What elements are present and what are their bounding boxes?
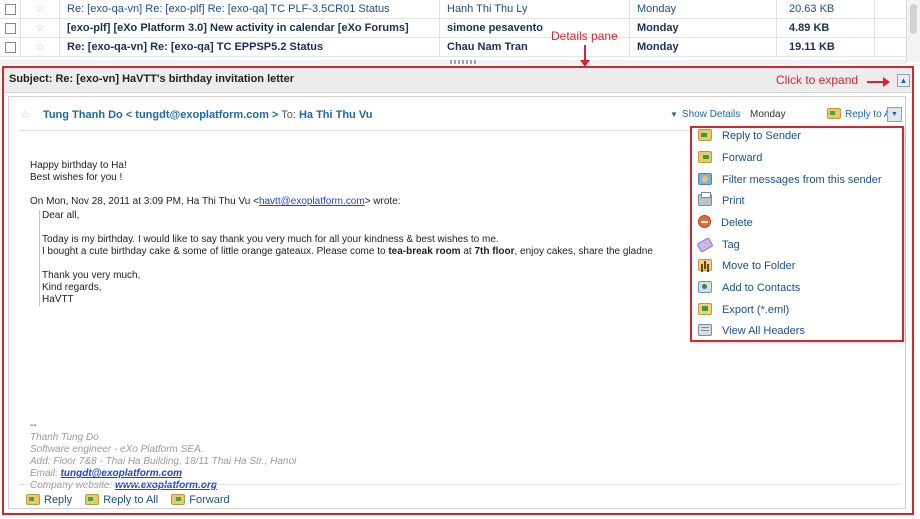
export-icon bbox=[698, 303, 712, 315]
message-size: 4.89 KB bbox=[778, 19, 875, 37]
message-size: 20.63 KB bbox=[778, 0, 875, 18]
quoted-email-link[interactable]: havtt@exoplatform.com bbox=[259, 196, 365, 207]
message-day: Monday bbox=[631, 38, 777, 56]
reply-all-icon bbox=[827, 108, 841, 119]
menu-item-move-to-folder[interactable]: Move to Folder bbox=[698, 256, 795, 276]
reply-icon bbox=[26, 494, 40, 505]
signature: -- Thanh Tung Do Software engineer - eXo… bbox=[30, 420, 297, 491]
quote-header: On Mon, Nov 28, 2011 at 3:09 PM, Ha Thi … bbox=[30, 196, 401, 207]
reply-all-button[interactable]: Reply to All bbox=[85, 494, 158, 506]
reply-all-icon bbox=[85, 494, 100, 505]
message-day: Monday bbox=[631, 0, 777, 18]
row-checkbox[interactable] bbox=[0, 0, 21, 18]
pane-resize-handle[interactable] bbox=[0, 60, 906, 64]
row-checkbox[interactable] bbox=[0, 19, 21, 37]
message-from: Hanh Thi Thu Ly bbox=[441, 0, 630, 18]
annotation-details-pane: Details pane bbox=[551, 29, 618, 43]
message-subject[interactable]: Re: [exo-qa-vn] Re: [exo-plf] Re: [exo-q… bbox=[60, 0, 440, 18]
show-details-link[interactable]: ▼ Show Details bbox=[670, 109, 740, 120]
more-actions-menu: Reply to Sender Forward Filter messages … bbox=[690, 126, 904, 342]
message-row[interactable]: ☆ Re: [exo-qa-vn] Re: [exo-qa] TC EPPSP5… bbox=[0, 38, 906, 57]
message-actions: Reply Reply to All Forward bbox=[26, 494, 240, 506]
quoted-text: Dear all, Today is my birthday. I would … bbox=[39, 210, 690, 306]
add-contact-icon bbox=[698, 281, 712, 293]
message-day: Monday bbox=[631, 19, 777, 37]
reply-all-button-top[interactable]: Reply to All bbox=[827, 108, 895, 122]
message-size: 19.11 KB bbox=[778, 38, 875, 56]
message-subject-title: Subject: Re: [exo-vn] HaVTT's birthday i… bbox=[9, 73, 294, 85]
reply-icon bbox=[698, 129, 712, 141]
message-list: ☆ Re: [exo-qa-vn] Re: [exo-plf] Re: [exo… bbox=[0, 0, 906, 64]
menu-item-delete[interactable]: Delete bbox=[698, 213, 753, 233]
forward-icon bbox=[698, 151, 712, 163]
annotation-arrowhead bbox=[883, 77, 890, 87]
to-label: To: bbox=[281, 109, 296, 121]
annotation-arrowhead bbox=[580, 60, 590, 67]
message-subject[interactable]: [exo-plf] [eXo Platform 3.0] New activit… bbox=[60, 19, 440, 37]
message-header: ☆ Tung Thanh Do < tungdt@exoplatform.com… bbox=[20, 107, 372, 123]
message-date: Monday bbox=[750, 109, 786, 120]
star-icon[interactable]: ☆ bbox=[21, 38, 60, 56]
star-icon[interactable]: ☆ bbox=[21, 0, 60, 18]
signature-email-link[interactable]: tungdt@exoplatform.com bbox=[61, 468, 182, 479]
reply-button[interactable]: Reply bbox=[26, 494, 72, 506]
menu-item-tag[interactable]: Tag bbox=[696, 235, 740, 255]
menu-item-filter[interactable]: Filter messages from this sender bbox=[698, 170, 882, 190]
tag-icon bbox=[696, 237, 714, 253]
move-folder-icon bbox=[698, 259, 712, 271]
star-icon[interactable]: ☆ bbox=[20, 109, 30, 121]
filter-icon bbox=[698, 173, 712, 185]
annotation-click-to-expand: Click to expand bbox=[776, 73, 859, 87]
row-checkbox[interactable] bbox=[0, 38, 21, 56]
headers-icon bbox=[698, 324, 712, 336]
menu-item-view-all-headers[interactable]: View All Headers bbox=[698, 321, 805, 341]
list-scrollbar[interactable] bbox=[906, 0, 920, 62]
delete-icon bbox=[698, 215, 711, 228]
forward-button[interactable]: Forward bbox=[171, 494, 230, 506]
message-row[interactable]: ☆ [exo-plf] [eXo Platform 3.0] New activ… bbox=[0, 19, 906, 38]
menu-item-forward[interactable]: Forward bbox=[698, 148, 762, 168]
recipient-link[interactable]: Ha Thi Thu Vu bbox=[299, 109, 373, 121]
signature-website-link[interactable]: www.exoplatform.org bbox=[115, 480, 217, 491]
message-body: Happy birthday to Ha! Best wishes for yo… bbox=[30, 160, 690, 306]
sender-link[interactable]: Tung Thanh Do < tungdt@exoplatform.com > bbox=[43, 109, 278, 121]
menu-item-reply-to-sender[interactable]: Reply to Sender bbox=[698, 126, 801, 146]
menu-item-print[interactable]: Print bbox=[698, 191, 745, 211]
menu-item-add-to-contacts[interactable]: Add to Contacts bbox=[698, 278, 800, 298]
star-icon[interactable]: ☆ bbox=[21, 19, 60, 37]
expand-icon[interactable]: ▲ bbox=[897, 74, 910, 87]
triangle-down-icon: ▼ bbox=[670, 110, 678, 119]
menu-item-export[interactable]: Export (*.eml) bbox=[698, 300, 789, 320]
message-row[interactable]: ☆ Re: [exo-qa-vn] Re: [exo-plf] Re: [exo… bbox=[0, 0, 906, 19]
more-actions-button[interactable]: ▼ bbox=[887, 107, 902, 122]
forward-icon bbox=[171, 494, 186, 505]
print-icon bbox=[698, 192, 712, 206]
body-text: Happy birthday to Ha! bbox=[30, 160, 127, 171]
message-subject[interactable]: Re: [exo-qa-vn] Re: [exo-qa] TC EPPSP5.2… bbox=[60, 38, 440, 56]
body-text: Best wishes for you ! bbox=[30, 172, 123, 183]
